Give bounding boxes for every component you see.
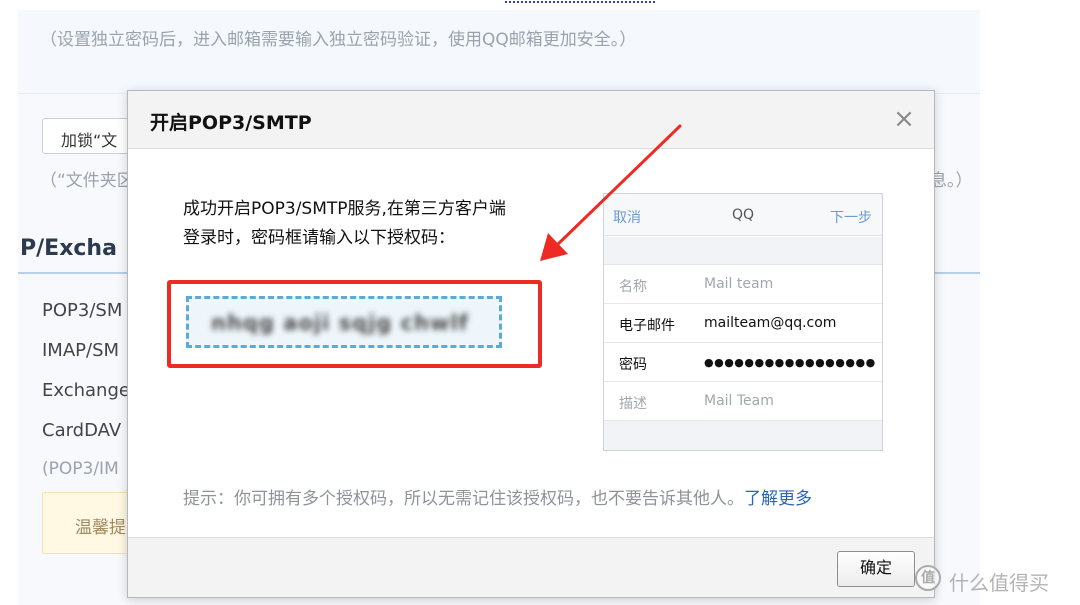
auth-code-value: nhqg aoji sqjg chwlf: [211, 311, 469, 335]
phone-next-label: 下一步: [830, 210, 872, 226]
phone-row-label: 密码: [619, 357, 647, 373]
success-message-line1: 成功开启POP3/SMTP服务,在第三方客户端: [183, 199, 506, 219]
phone-row-value: Mail Team: [704, 393, 774, 409]
dialog-title: 开启POP3/SMTP: [150, 112, 312, 134]
dialog-footer: 确定: [128, 537, 934, 597]
phone-row-email: 电子邮件 mailteam@qq.com: [604, 304, 882, 343]
phone-row-value: mailteam@qq.com: [704, 315, 837, 331]
dialog-header: 开启POP3/SMTP ×: [128, 91, 934, 149]
section-heading: P/Excha: [20, 236, 117, 261]
protocol-carddav-label: CardDAV: [42, 420, 122, 441]
phone-client-preview: 取消 QQ 下一步 名称 Mail team 电子邮件 mailteam@qq.…: [603, 193, 883, 451]
phone-row-description: 描述 Mail Team: [604, 382, 882, 421]
folder-note-tail: 息。）: [930, 171, 973, 191]
phone-row-value: ●●●●●●●●●●●●●●●●●: [704, 356, 876, 369]
phone-nav-bar: 取消 QQ 下一步: [604, 194, 882, 236]
success-message-line2: 登录时，密码框请输入以下授权码：: [183, 228, 455, 248]
phone-row-label: 描述: [619, 396, 647, 412]
top-link-underline: [505, 0, 655, 3]
protocol-exchange-label: Exchange: [42, 380, 130, 401]
watermark-logo-icon: 值: [915, 565, 941, 591]
pop3-smtp-dialog: 开启POP3/SMTP × 成功开启POP3/SMTP服务,在第三方客户端 登录…: [127, 90, 935, 598]
phone-row-password: 密码 ●●●●●●●●●●●●●●●●●: [604, 343, 882, 382]
folder-note: （“文件夹区: [40, 171, 134, 191]
phone-row-label: 电子邮件: [619, 318, 675, 334]
dialog-hint: 提示：你可拥有多个授权码，所以无需记住该授权码，也不要告诉其他人。了解更多: [183, 484, 812, 509]
phone-row-label: 名称: [619, 279, 647, 295]
close-icon[interactable]: ×: [890, 105, 918, 133]
phone-footer: [604, 421, 882, 450]
protocol-pop3-label: POP3/SM: [42, 300, 123, 321]
phone-nav-title: QQ: [732, 207, 755, 223]
phone-spacer: [604, 237, 882, 265]
success-message: 成功开启POP3/SMTP服务,在第三方客户端 登录时，密码框请输入以下授权码：: [183, 195, 573, 253]
phone-cancel-label: 取消: [613, 210, 641, 226]
phone-row-name: 名称 Mail team: [604, 265, 882, 304]
auth-code-highlight: nhqg aoji sqjg chwlf: [167, 280, 542, 368]
hint-text: 提示：你可拥有多个授权码，所以无需记住该授权码，也不要告诉其他人。: [183, 489, 744, 509]
confirm-button[interactable]: 确定: [837, 551, 915, 587]
protocol-imap-label: IMAP/SM: [42, 340, 120, 361]
phone-row-value: Mail team: [704, 276, 774, 292]
independent-password-note: （设置独立密码后，进入邮箱需要输入独立密码验证，使用QQ邮箱更加安全。）: [40, 30, 637, 50]
learn-more-link[interactable]: 了解更多: [744, 489, 812, 509]
auth-code-box[interactable]: nhqg aoji sqjg chwlf: [186, 296, 502, 348]
protocol-note: (POP3/IM: [42, 459, 119, 479]
watermark-text: 什么值得买: [949, 571, 1049, 595]
